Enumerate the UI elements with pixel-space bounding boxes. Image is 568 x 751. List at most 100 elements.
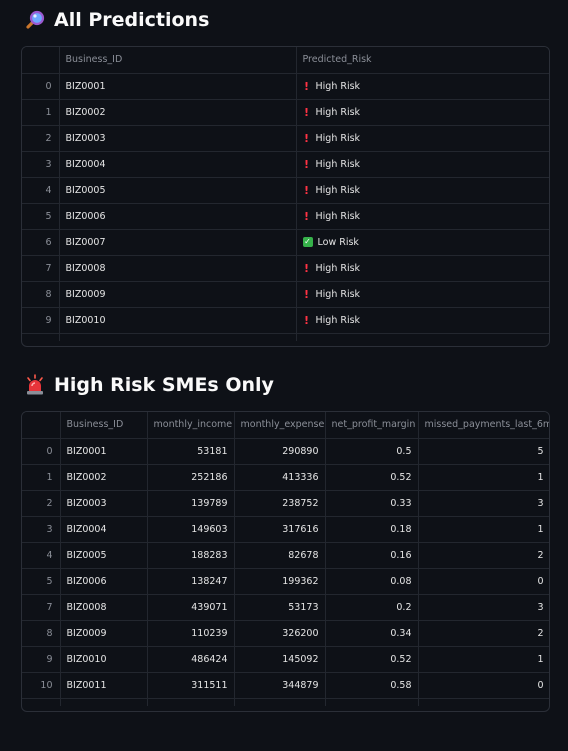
predicted-risk-cell[interactable]: ! High Risk [296, 151, 549, 178]
predicted-risk-cell[interactable]: ! High Risk [296, 73, 549, 100]
business-id-cell[interactable]: BIZ0003 [60, 490, 148, 517]
missed-payments-cell[interactable]: 3 [418, 594, 549, 621]
monthly-income-cell[interactable]: 252186 [147, 464, 235, 491]
predicted-risk-cell[interactable]: ! High Risk [296, 99, 549, 126]
monthly-income-cell[interactable]: 486424 [147, 646, 235, 673]
monthly-expense-cell[interactable]: 238752 [234, 490, 326, 517]
business-id-cell[interactable]: BIZ0006 [60, 568, 148, 595]
table-row[interactable]: 8 BIZ0009! High Risk [22, 281, 549, 308]
predicted-risk-cell[interactable]: ✓ Low Risk [296, 229, 549, 256]
missed-payments-cell[interactable]: 1 [418, 464, 549, 491]
table-row[interactable]: 0 BIZ0001! High Risk [22, 73, 549, 100]
business-id-cell[interactable]: BIZ0006 [59, 203, 297, 230]
missed-payments-cell[interactable]: 2 [418, 620, 549, 647]
high-risk-table[interactable]: Business_ID monthly_income monthly_expen… [21, 411, 550, 712]
business-id-cell[interactable]: BIZ0001 [59, 73, 297, 100]
business-id-cell[interactable]: BIZ0010 [59, 307, 297, 334]
missed-payments-cell[interactable]: 1 [418, 516, 549, 543]
predicted-risk-cell[interactable]: ! High Risk [296, 125, 549, 152]
monthly-income-cell[interactable]: 439071 [147, 594, 235, 621]
net-profit-margin-column-header[interactable]: net_profit_margin [325, 412, 419, 439]
net-profit-margin-cell[interactable]: 0.5 [325, 438, 419, 465]
business-id-cell[interactable]: BIZ0001 [60, 438, 148, 465]
table-row[interactable]: 5 BIZ0006 138247 199362 0.08 0 [22, 568, 549, 595]
monthly-income-cell[interactable]: 138247 [147, 568, 235, 595]
business-id-column-header[interactable]: Business_ID [59, 47, 297, 74]
missed-payments-cell[interactable]: 3 [418, 490, 549, 517]
monthly-income-cell[interactable]: 188283 [147, 542, 235, 569]
business-id-cell[interactable]: BIZ0004 [59, 151, 297, 178]
table-row[interactable]: 9 BIZ0010! High Risk [22, 307, 549, 334]
predicted-risk-cell[interactable]: ! High Risk [296, 255, 549, 282]
table-row[interactable]: 5 BIZ0006! High Risk [22, 203, 549, 230]
net-profit-margin-cell[interactable]: 0.58 [325, 672, 419, 699]
predicted-risk-column-header[interactable]: Predicted_Risk [296, 47, 549, 74]
table-row[interactable]: 0 BIZ0001 53181 290890 0.5 5 [22, 438, 549, 465]
monthly-expense-cell[interactable]: 82678 [234, 542, 326, 569]
table-row[interactable]: 4 BIZ0005! High Risk [22, 177, 549, 204]
business-id-cell[interactable]: BIZ0008 [59, 255, 297, 282]
all-predictions-table[interactable]: Business_ID Predicted_Risk 0 BIZ0001! High… [21, 46, 550, 347]
table-row[interactable]: 8 BIZ0009 110239 326200 0.34 2 [22, 620, 549, 647]
monthly-expense-cell[interactable]: 145092 [234, 646, 326, 673]
net-profit-margin-cell[interactable]: 0.08 [325, 568, 419, 595]
net-profit-margin-cell[interactable]: 0.52 [325, 464, 419, 491]
business-id-column-header[interactable]: Business_ID [60, 412, 148, 439]
monthly-expense-cell[interactable]: 53173 [234, 594, 326, 621]
monthly-expense-cell[interactable]: 344879 [234, 672, 326, 699]
monthly-income-cell[interactable]: 311511 [147, 672, 235, 699]
net-profit-margin-cell[interactable]: 0.18 [325, 516, 419, 543]
table-row[interactable]: 4 BIZ0005 188283 82678 0.16 2 [22, 542, 549, 569]
monthly-income-column-header[interactable]: monthly_income [147, 412, 235, 439]
table-row[interactable]: 2 BIZ0003 139789 238752 0.33 3 [22, 490, 549, 517]
monthly-income-cell[interactable]: 139789 [147, 490, 235, 517]
monthly-income-cell[interactable]: 53181 [147, 438, 235, 465]
business-id-cell[interactable]: BIZ0010 [60, 646, 148, 673]
monthly-expense-cell[interactable]: 326200 [234, 620, 326, 647]
table-row[interactable]: 1 BIZ0002 252186 413336 0.52 1 [22, 464, 549, 491]
net-profit-margin-cell[interactable]: 0.16 [325, 542, 419, 569]
table-row[interactable]: 7 BIZ0008 439071 53173 0.2 3 [22, 594, 549, 621]
business-id-cell[interactable]: BIZ0008 [60, 594, 148, 621]
table-row[interactable]: 1 BIZ0002! High Risk [22, 99, 549, 126]
missed-payments-cell[interactable]: 2 [418, 542, 549, 569]
net-profit-margin-cell[interactable]: 0.2 [325, 594, 419, 621]
business-id-cell[interactable]: BIZ0003 [59, 125, 297, 152]
predicted-risk-cell[interactable]: ! High Risk [296, 203, 549, 230]
monthly-expense-cell[interactable]: 199362 [234, 568, 326, 595]
missed-payments-cell[interactable]: 0 [418, 672, 549, 699]
predicted-risk-cell[interactable]: ! High Risk [296, 281, 549, 308]
business-id-cell[interactable]: BIZ0002 [59, 99, 297, 126]
index-column-header[interactable] [22, 47, 60, 74]
monthly-income-cell[interactable]: 110239 [147, 620, 235, 647]
business-id-cell[interactable]: BIZ0007 [59, 229, 297, 256]
business-id-cell[interactable]: BIZ0011 [60, 672, 148, 699]
monthly-expense-cell[interactable]: 317616 [234, 516, 326, 543]
business-id-cell[interactable]: BIZ0009 [59, 281, 297, 308]
table-row[interactable]: 7 BIZ0008! High Risk [22, 255, 549, 282]
missed-payments-cell[interactable]: 1 [418, 646, 549, 673]
business-id-cell[interactable]: BIZ0009 [60, 620, 148, 647]
net-profit-margin-cell[interactable]: 0.33 [325, 490, 419, 517]
table-row[interactable]: 9 BIZ0010 486424 145092 0.52 1 [22, 646, 549, 673]
predicted-risk-cell[interactable]: ! High Risk [296, 307, 549, 334]
monthly-expense-cell[interactable]: 413336 [234, 464, 326, 491]
missed-payments-cell[interactable]: 5 [418, 438, 549, 465]
table-row[interactable]: 6 BIZ0007 ✓ Low Risk [22, 229, 549, 256]
monthly-income-cell[interactable]: 149603 [147, 516, 235, 543]
business-id-cell[interactable]: BIZ0005 [59, 177, 297, 204]
table-row[interactable]: 10 BIZ0011 311511 344879 0.58 0 [22, 672, 549, 699]
table-row[interactable]: 3 BIZ0004! High Risk [22, 151, 549, 178]
business-id-cell[interactable]: BIZ0004 [60, 516, 148, 543]
monthly-expense-column-header[interactable]: monthly_expense [234, 412, 326, 439]
business-id-cell[interactable]: BIZ0005 [60, 542, 148, 569]
monthly-expense-cell[interactable]: 290890 [234, 438, 326, 465]
net-profit-margin-cell[interactable]: 0.52 [325, 646, 419, 673]
business-id-cell[interactable]: BIZ0002 [60, 464, 148, 491]
missed-payments-cell[interactable]: 0 [418, 568, 549, 595]
table-row[interactable]: 3 BIZ0004 149603 317616 0.18 1 [22, 516, 549, 543]
predicted-risk-cell[interactable]: ! High Risk [296, 177, 549, 204]
table-row[interactable]: 2 BIZ0003! High Risk [22, 125, 549, 152]
missed-payments-column-header[interactable]: missed_payments_last_6m [418, 412, 549, 439]
index-column-header[interactable] [22, 412, 61, 439]
